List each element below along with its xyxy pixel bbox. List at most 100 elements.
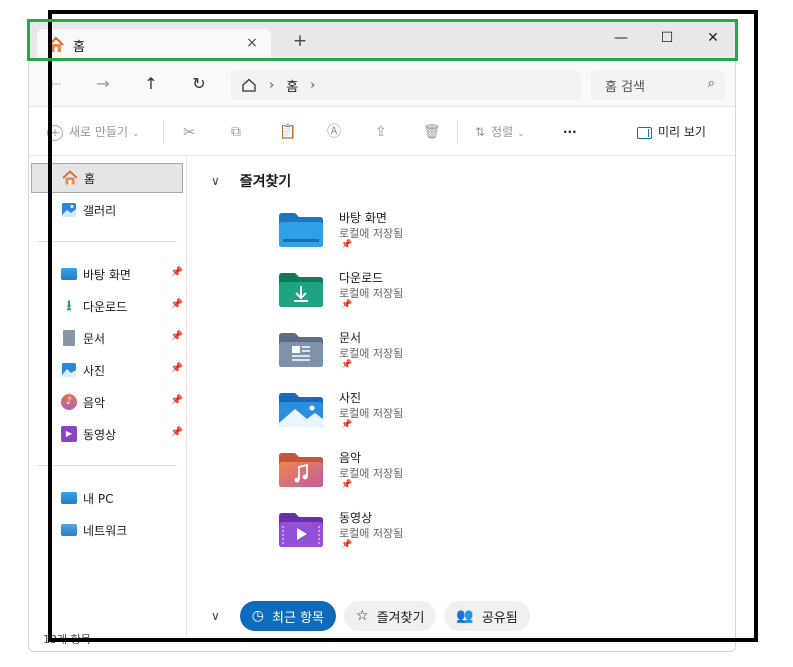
sidebar-item-label: 홈 [84,171,96,186]
rename-icon[interactable]: Ⓐ [327,122,341,142]
sidebar-item-downloads[interactable]: ⭳ 다운로드 📌 [31,291,183,321]
favorite-location: 로컬에 저장됨 [339,527,404,540]
sidebar-item-gallery[interactable]: 갤러리 [31,195,183,225]
sidebar-item-home[interactable]: 홈 [31,163,183,193]
cut-icon[interactable]: ✂ [183,122,196,142]
sidebar-item-pictures[interactable]: 사진 📌 [31,355,183,385]
favorite-location: 로컬에 저장됨 [339,407,404,420]
pin-icon: 📌 [341,360,353,370]
star-icon: ☆ [356,608,369,624]
forward-button[interactable]: → [91,73,115,95]
close-tab-icon[interactable]: × [243,35,261,51]
shared-label: 공유됨 [481,610,518,626]
clock-icon: ◷ [251,608,265,624]
sidebar-item-documents[interactable]: 문서 📌 [31,323,183,353]
desktop-folder-icon [279,213,323,247]
favorite-item-documents[interactable]: 문서 로컬에 저장됨 📌 [279,327,579,385]
maximize-button[interactable]: ☐ [647,27,687,49]
minimize-button[interactable]: — [601,27,641,49]
network-icon [61,524,77,536]
sidebar-item-label: 음악 [83,395,106,410]
chevron-down-icon[interactable]: ∨ [211,174,220,188]
copy-icon[interactable]: ⧉ [231,122,241,142]
preview-button-label: 미리 보기 [658,125,706,139]
favorite-location: 로컬에 저장됨 [339,287,404,300]
home-icon [48,36,64,52]
sidebar-item-label: 갤러리 [83,203,117,218]
favorite-name: 동영상 [339,511,373,525]
videos-folder-icon [279,513,323,547]
favorite-item-videos[interactable]: 동영상 로컬에 저장됨 📌 [279,507,579,565]
tab-home[interactable]: 홈 × [37,29,271,61]
new-button[interactable]: + 새로 만들기 ⌄ [47,122,140,142]
breadcrumb-home[interactable]: 홈 [286,76,298,95]
search-input[interactable]: 홈 검색 ⌕ [591,70,725,100]
pin-icon: 📌 [170,267,183,278]
documents-icon [63,330,75,346]
pin-icon: 📌 [170,395,183,406]
close-window-button[interactable]: ✕ [693,27,733,49]
sort-button[interactable]: ⇅ 정렬 ⌄ [475,122,525,142]
preview-button[interactable]: 미리 보기 [637,122,706,142]
sidebar-item-label: 네트워크 [83,523,128,538]
paste-icon[interactable]: 📋 [279,122,296,142]
home-icon [62,170,78,185]
favorite-name: 바탕 화면 [339,211,387,225]
favorite-name: 음악 [339,451,362,465]
music-folder-icon [279,453,323,487]
favorite-item-music[interactable]: 음악 로컬에 저장됨 📌 [279,447,579,505]
sidebar-item-label: 문서 [83,331,106,346]
content-pane: ∨ 즐겨찾기 바탕 화면 로컬에 저장됨 📌 다운로드 로컬에 저장됨 📌 문서… [189,157,735,637]
tab-title: 홈 [73,39,85,55]
new-tab-button[interactable]: + [291,31,309,51]
favorite-name: 사진 [339,391,362,405]
favorite-name: 다운로드 [339,271,384,285]
shared-button[interactable]: 👥 공유됨 [444,601,530,631]
status-bar-item-count: 13개 항목 [43,633,91,646]
recent-items-button[interactable]: ◷ 최근 항목 [239,601,336,631]
favorites-header-label: 즐겨찾기 [239,174,292,190]
section-switcher: ∨ ◷ 최근 항목 ☆ 즐겨찾기 👥 공유됨 [211,601,538,631]
up-button[interactable]: ↑ [139,73,163,95]
chevron-down-icon[interactable]: ∨ [211,609,220,623]
favorites-button[interactable]: ☆ 즐겨찾기 [344,601,437,631]
delete-icon[interactable]: 🗑 [423,122,441,142]
command-bar: + 새로 만들기 ⌄ ✂ ⧉ 📋 Ⓐ ⇪ 🗑 ⇅ 정렬 ⌄ ··· 미리 보기 [29,108,735,156]
back-button[interactable]: ← [43,73,67,95]
sidebar-item-this-pc[interactable]: › 내 PC [31,483,183,513]
sidebar-item-desktop[interactable]: 바탕 화면 📌 [31,259,183,289]
pictures-folder-icon [279,393,323,427]
computer-icon [61,492,77,504]
sidebar-item-videos[interactable]: ▶ 동영상 📌 [31,419,183,449]
favorites-header[interactable]: ∨ 즐겨찾기 [211,171,291,191]
favorite-item-downloads[interactable]: 다운로드 로컬에 저장됨 📌 [279,267,579,325]
sidebar-item-label: 다운로드 [83,299,128,314]
chevron-down-icon: ⌄ [132,129,140,139]
pin-icon: 📌 [341,300,353,310]
pin-icon: 📌 [170,299,183,310]
sort-button-label: 정렬 [491,125,514,139]
chevron-right-icon: › [269,77,275,93]
address-bar[interactable]: › 홈 › [231,70,581,100]
refresh-button[interactable]: ↻ [187,73,211,95]
favorite-item-pictures[interactable]: 사진 로컬에 저장됨 📌 [279,387,579,445]
pin-icon: 📌 [341,480,353,490]
sidebar-item-music[interactable]: ♪ 음악 📌 [31,387,183,417]
favorite-location: 로컬에 저장됨 [339,227,404,240]
more-options-button[interactable]: ··· [563,122,577,142]
favorite-item-desktop[interactable]: 바탕 화면 로컬에 저장됨 📌 [279,207,579,265]
favorite-name: 문서 [339,331,362,345]
preview-pane-icon [637,126,652,139]
pictures-icon [62,363,76,377]
sidebar-item-network[interactable]: › 네트워크 [31,515,183,545]
pin-icon: 📌 [170,363,183,374]
favorite-location: 로컬에 저장됨 [339,467,404,480]
downloads-folder-icon [279,273,323,307]
home-icon [242,78,256,92]
pin-icon: 📌 [341,540,353,550]
share-icon[interactable]: ⇪ [375,122,387,142]
file-explorer-window: 홈 × + — ☐ ✕ ← → ↑ ↻ › 홈 › 홈 검색 ⌕ + 새로 만들기… [28,20,736,652]
pin-icon: 📌 [341,240,353,250]
music-icon: ♪ [61,394,77,410]
downloads-icon: ⭳ [66,298,72,314]
